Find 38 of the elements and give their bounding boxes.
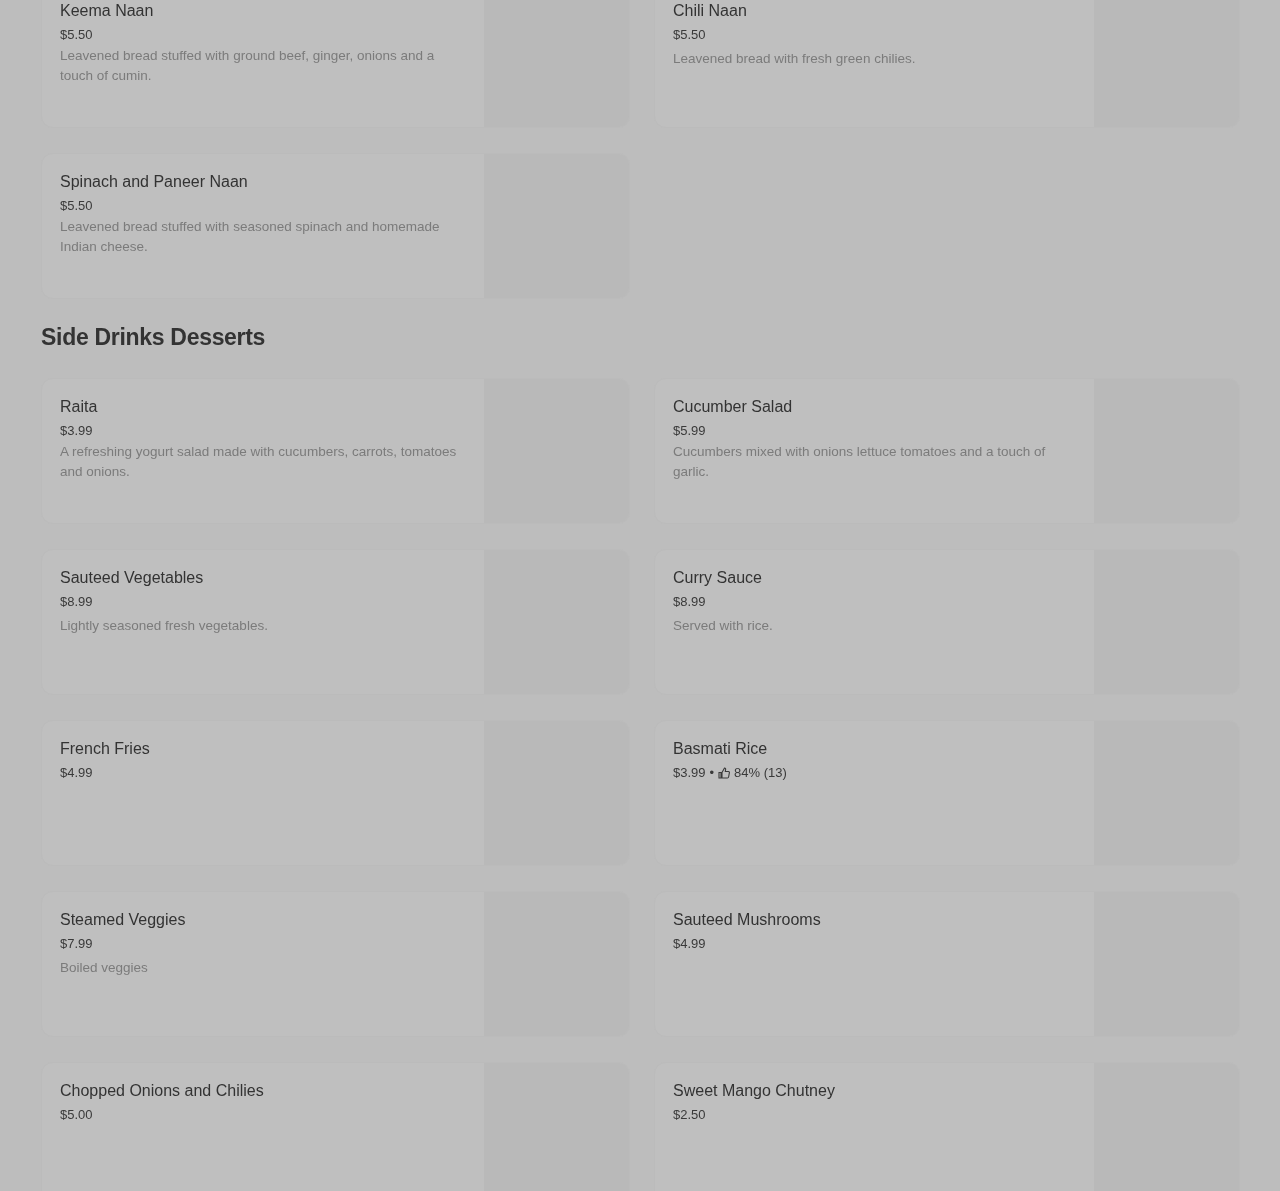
item-price: $8.99 (673, 592, 706, 611)
item-name: Steamed Veggies (60, 909, 186, 930)
item-name: Raita (60, 396, 98, 417)
item-price: $5.99 (673, 421, 706, 440)
item-rating: 84% (13) (734, 763, 787, 782)
item-name: Sauteed Vegetables (60, 567, 204, 588)
item-price: $8.99 (60, 592, 93, 611)
item-description: Cucumbers mixed with onions lettuce tomatoes and a touch of garlic. (673, 442, 1047, 481)
item-description: Served with rice. (673, 616, 773, 635)
item-name: Chopped Onions and Chilies (60, 1080, 264, 1101)
item-price: $5.50 (60, 197, 93, 215)
item-price: $4.99 (60, 763, 93, 782)
section-heading: Side Drinks Desserts (41, 324, 266, 352)
item-price: $5.50 (673, 26, 706, 44)
item-name: Curry Sauce (673, 567, 762, 588)
item-price: $4.99 (673, 934, 706, 953)
item-price: $5.00 (60, 1105, 93, 1124)
item-price: $3.99 (60, 421, 93, 440)
item-name: Basmati Rice (673, 738, 768, 759)
item-price: $7.99 (60, 934, 93, 953)
item-name: Keema Naan (60, 1, 154, 21)
item-description: Leavened bread stuffed with ground beef, ginger, onions and a touch of cumin. (60, 47, 436, 85)
item-price: $5.50 (60, 26, 93, 44)
item-name: Sweet Mango Chutney (673, 1080, 835, 1101)
item-price: $2.50 (673, 1105, 706, 1124)
item-description: A refreshing yogurt salad made with cucumbers, carrots, tomatoes and onions. (60, 442, 458, 481)
item-name: Spinach and Paneer Naan (60, 172, 248, 192)
item-description: Leavened bread with fresh green chilies. (673, 50, 916, 68)
item-description: Leavened bread stuffed with seasoned spinach and homemade Indian cheese. (60, 218, 441, 256)
thumbs-up-icon (718, 766, 731, 779)
item-name: Chili Naan (673, 1, 747, 21)
separator-dot: • (709, 763, 715, 782)
item-description: Lightly seasoned fresh vegetables. (60, 616, 268, 635)
item-name: French Fries (60, 738, 150, 759)
item-description: Boiled veggies (60, 958, 148, 977)
item-name: Cucumber Salad (673, 396, 793, 417)
item-name: Sauteed Mushrooms (673, 909, 821, 930)
item-price: $3.99 (673, 763, 706, 782)
